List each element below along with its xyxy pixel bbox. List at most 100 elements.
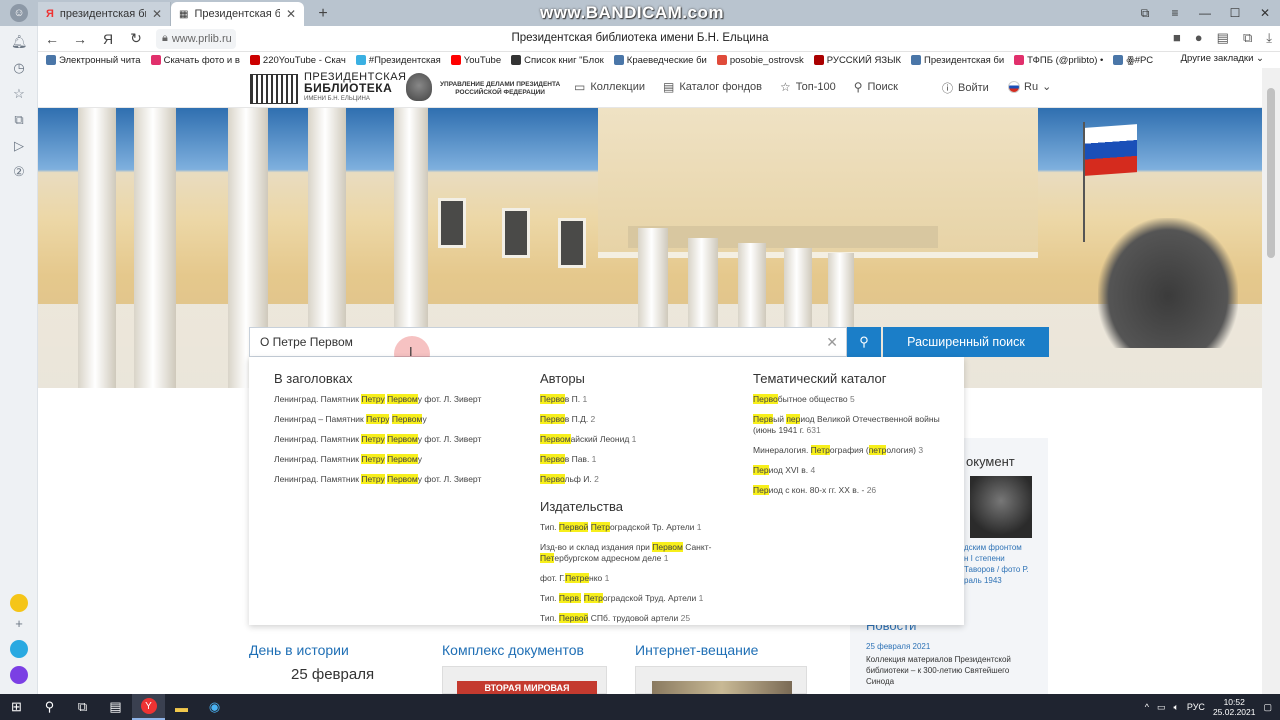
suggestion-item[interactable]: Ленинград – Памятник Петру Первому (274, 414, 524, 425)
other-bookmarks-button[interactable]: Другие закладки ⌄ (1174, 53, 1264, 64)
page-scrollbar[interactable] (1262, 68, 1280, 694)
bookmark-item[interactable]: 220YouTube - Скач (249, 55, 346, 66)
notifications-icon[interactable]: ▢ (1263, 702, 1272, 713)
suggestion-item[interactable]: Минералогия. Петрография (петрология) 3 (753, 445, 949, 456)
document-photo[interactable] (970, 476, 1032, 538)
nav-catalog[interactable]: ▤ Каталог фондов (663, 80, 762, 94)
clock[interactable]: 10:52 25.02.2021 (1213, 697, 1256, 717)
search-input[interactable]: О Петре Первом ✕ (249, 327, 847, 357)
suggestion-item[interactable]: Первов П. 1 (540, 394, 730, 405)
bookmark-item[interactable]: #Президентская (355, 55, 441, 66)
login-link[interactable]: ⓘ Войти (942, 80, 989, 96)
tabs-menu-icon[interactable]: ⧉ (1130, 0, 1160, 26)
add-app-icon[interactable]: + (11, 616, 27, 632)
suggestion-item[interactable]: Первов Пав. 1 (540, 454, 730, 465)
site-logo[interactable]: ПРЕЗИДЕНТСКАЯ БИБЛИОТЕКА ИМЕНИ Б.Н. ЕЛЬЦ… (250, 72, 406, 105)
close-tab-icon[interactable]: ✕ (152, 7, 162, 21)
suggestion-item[interactable]: Тип. Перв. Петроградской Труд. Артели 1 (540, 593, 720, 604)
suggestion-item[interactable]: Ленинград. Памятник Петру Первому фот. Л… (274, 434, 524, 445)
suggestion-text: Ленинград. Памятник (274, 394, 362, 404)
bookmark-item[interactable]: Скачать фото и в (150, 55, 240, 66)
yandex-home-icon[interactable]: Я (94, 31, 122, 47)
close-window-icon[interactable]: ✕ (1250, 0, 1280, 26)
suggestion-item[interactable]: Тип. Первой Петроградской Тр. Артели 1 (540, 522, 720, 533)
bookmark-item[interactable]: РУССКИЙ ЯЗЫК (813, 55, 901, 66)
search-icon[interactable]: ⚲ (33, 694, 66, 720)
document-complex-heading[interactable]: Комплекс документов (442, 642, 584, 658)
profile-button[interactable]: ☺ (0, 0, 38, 26)
suggestion-item[interactable]: Первый период Великой Отечественной войн… (753, 414, 949, 436)
collections-icon[interactable]: ⧉ (11, 112, 27, 128)
speaker-icon[interactable]: 🔈︎ (1174, 702, 1179, 713)
suggestion-item[interactable]: Тип. Первой СПб. трудовой артели 25 (540, 613, 720, 624)
bookmark-item[interactable]: Краеведческие би (613, 55, 707, 66)
suggestion-item[interactable]: Первольф И. 2 (540, 474, 730, 485)
counter-icon[interactable]: ② (11, 164, 27, 180)
document-caption[interactable]: дским фронтом н I степени Таворов / фото… (964, 542, 1044, 586)
nav-top100[interactable]: ☆ Топ-100 (780, 80, 836, 94)
document-complex-thumbnail[interactable]: ВТОРАЯ МИРОВАЯ (442, 666, 607, 694)
bookmark-item[interactable]: Президентская би (911, 55, 1004, 66)
bell-icon[interactable]: 🔔︎ (11, 34, 28, 50)
notepad-icon[interactable]: ▤ (99, 694, 132, 720)
star-icon[interactable]: ☆ (11, 86, 27, 102)
keyboard-lang[interactable]: РУС (1187, 702, 1205, 712)
advanced-search-button[interactable]: Расширенный поиск (883, 327, 1049, 357)
extensions-icon[interactable]: ● (1195, 30, 1203, 46)
scrollbar-thumb[interactable] (1267, 88, 1275, 258)
bookmark-item[interactable]: YouTube (450, 55, 501, 66)
reader-icon[interactable]: ▤ (1217, 30, 1229, 46)
internet-broadcast-heading[interactable]: Интернет-вещание (635, 642, 758, 658)
history-icon[interactable]: ◷ (11, 60, 27, 76)
browser-tab-2[interactable]: ▦ Президентская библиотека ✕ (171, 2, 304, 26)
play-icon[interactable]: ▷ (11, 138, 27, 154)
new-tab-button[interactable]: + (312, 3, 334, 25)
suggestion-item[interactable]: Первов П.Д. 2 (540, 414, 730, 425)
bookmark-icon[interactable]: ■ (1173, 30, 1181, 46)
clear-icon[interactable]: ✕ (826, 334, 838, 351)
bookmark-item[interactable]: ТФПБ (@prlibto) • (1014, 55, 1103, 66)
menu-icon[interactable]: ≡ (1160, 0, 1190, 26)
news-text[interactable]: Коллекция материалов Президентской библи… (866, 654, 1036, 687)
alice-app-icon[interactable] (10, 666, 28, 684)
recorder-app-icon[interactable]: ◉ (198, 694, 231, 720)
mail-app-icon[interactable] (10, 594, 28, 612)
suggestion-item[interactable]: Период XVI в. 4 (753, 465, 949, 476)
match-highlight: Первом (387, 454, 418, 464)
forward-icon[interactable]: → (66, 31, 94, 47)
bookmark-item[interactable]: Список книг "Блок (511, 55, 604, 66)
nav-search[interactable]: ⚲ Поиск (854, 80, 898, 94)
suggestion-item[interactable]: Ленинград. Памятник Петру Первому (274, 454, 524, 465)
suggestion-item[interactable]: Изд-во и склад издания при Первом Санкт-… (540, 542, 720, 564)
browser-tab-1[interactable]: Я президентская библиотека ✕ (38, 2, 171, 26)
broadcast-thumbnail[interactable] (635, 666, 807, 694)
day-in-history-heading[interactable]: День в истории (249, 642, 349, 658)
minimize-icon[interactable]: — (1190, 0, 1220, 26)
back-icon[interactable]: ← (38, 31, 66, 47)
suggestion-item[interactable]: фот. Г.Петренко 1 (540, 573, 720, 584)
nav-collections[interactable]: ▭ Коллекции (574, 80, 645, 94)
network-icon[interactable]: ▭ (1157, 702, 1166, 713)
folder-icon[interactable]: ▬ (165, 694, 198, 720)
download-icon[interactable]: ⤓ (1266, 30, 1272, 46)
windows-start-icon[interactable]: ⊞ (0, 694, 33, 720)
messenger-app-icon[interactable] (10, 640, 28, 658)
reload-icon[interactable]: ↻ (122, 30, 150, 47)
language-selector[interactable]: Ru ⌄ (1008, 80, 1051, 93)
bookmark-item[interactable]: Электронный чита (46, 55, 141, 66)
suggestion-item[interactable]: Ленинград. Памятник Петру Первому фот. Л… (274, 474, 524, 485)
suggestion-item[interactable]: Первобытное общество 5 (753, 394, 949, 405)
bookmark-item[interactable]: ꙮ#РС (1113, 55, 1153, 66)
task-view-icon[interactable]: ⧉ (66, 694, 99, 720)
close-tab-icon[interactable]: ✕ (286, 7, 296, 21)
yandex-browser-icon[interactable]: Y (132, 694, 165, 720)
share-icon[interactable]: ⧉ (1243, 30, 1252, 46)
suggestion-item[interactable]: Ленинград. Памятник Петру Первому фот. Л… (274, 394, 524, 405)
maximize-icon[interactable]: ☐ (1220, 0, 1250, 26)
suggestion-item[interactable]: Период с кон. 80-х гг. XX в. - 26 (753, 485, 949, 496)
suggestion-item[interactable]: Первомайский Леонид 1 (540, 434, 730, 445)
tray-arrow-icon[interactable]: ^ (1145, 702, 1149, 712)
search-button[interactable]: ⚲ (847, 327, 881, 357)
bookmark-item[interactable]: posobie_ostrovsk (716, 55, 804, 66)
url-field[interactable]: 🔒︎ www.prlib.ru (156, 28, 236, 49)
